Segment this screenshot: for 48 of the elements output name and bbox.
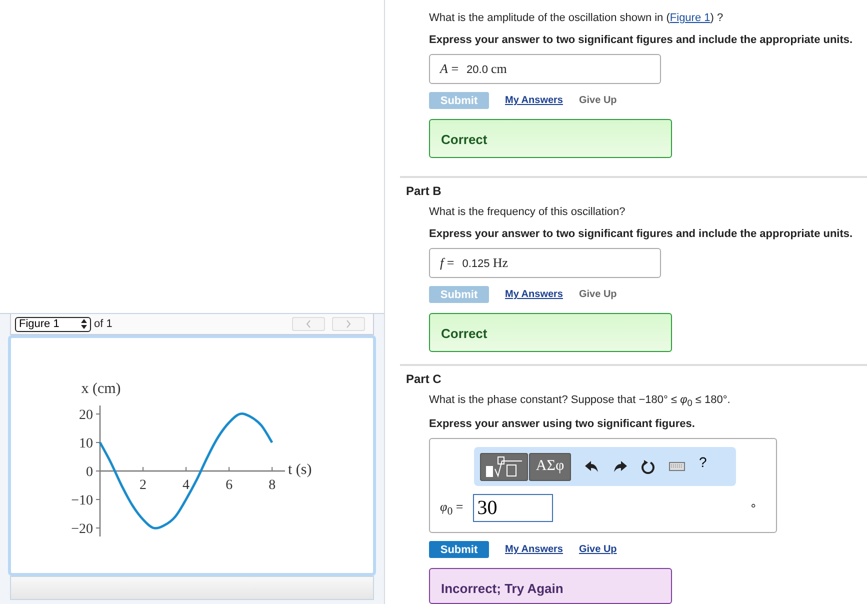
y-tick-label: 10 — [79, 436, 93, 452]
keyboard-icon[interactable] — [669, 462, 685, 472]
reset-icon[interactable] — [641, 460, 655, 474]
question-text: What is the phase constant? Suppose that −180° ≤ φ$_{0}$ ≤ 180°. — [429, 394, 732, 408]
y-tick-label: 20 — [79, 408, 93, 423]
figure-link[interactable]: Figure 1 — [670, 12, 710, 24]
figure-count: of 1 — [94, 318, 112, 330]
x-tick-label: 8 — [268, 478, 276, 493]
x-tick-label: 6 — [226, 478, 233, 493]
chevron-left-icon — [306, 320, 311, 328]
x-tick-label: 2 — [140, 478, 147, 493]
part-heading: Part B — [406, 184, 442, 198]
y-axis-label: x (cm) — [81, 381, 121, 397]
figure-select[interactable]: Figure 1 — [15, 316, 91, 332]
updown-icon — [81, 319, 87, 329]
help-button[interactable]: ? — [699, 454, 707, 470]
question-text: What is the amplitude of the oscillation shown in (Figure 1) ? — [429, 12, 724, 24]
unit-label: ° — [750, 500, 756, 516]
answer-label: f = — [440, 255, 454, 271]
answer-link[interactable]: My Answers — [505, 289, 563, 300]
x-tick-label: 4 — [182, 478, 190, 493]
answer-link[interactable]: My Answers — [505, 95, 563, 106]
answer-label: A = — [440, 61, 459, 77]
instruction-text: Express your answer to two significant figures and include the appropriate units. — [429, 34, 854, 46]
feedback-message: Incorrect; Try Again — [429, 568, 672, 604]
instruction-text: Express your answer to two significant figures and include the appropriate units. — [429, 228, 854, 240]
symbols-button[interactable]: ΑΣφ — [529, 452, 571, 481]
feedback-message: Correct — [429, 313, 672, 352]
question-text: What is the frequency of this oscillation? — [429, 206, 626, 218]
templates-button[interactable] — [480, 452, 528, 481]
x-axis-label: t (s) — [288, 462, 312, 478]
answer-label: φ$_{0}$ = — [440, 498, 464, 518]
y-tick-label: 0 — [86, 465, 93, 480]
answer-input[interactable]: 30 — [473, 494, 554, 522]
undo-icon[interactable] — [585, 460, 599, 473]
answer-link[interactable]: Give Up — [578, 544, 617, 556]
answer-link[interactable]: My Answers — [505, 544, 563, 556]
y-tick-label: −20 — [71, 522, 93, 537]
radical-template-icon — [485, 456, 523, 478]
instruction-text: Express your answer using two significant figures. — [429, 418, 696, 430]
answer-value: 0.125 Hz — [462, 255, 508, 271]
feedback-message: Correct — [429, 119, 672, 158]
y-tick-label: −10 — [71, 494, 93, 508]
submit-button[interactable]: Submit — [429, 541, 489, 558]
redo-icon[interactable] — [613, 460, 627, 473]
answer-value: 20.0 cm — [466, 61, 507, 77]
part-heading: Part C — [406, 372, 442, 386]
chevron-right-icon — [346, 320, 351, 328]
